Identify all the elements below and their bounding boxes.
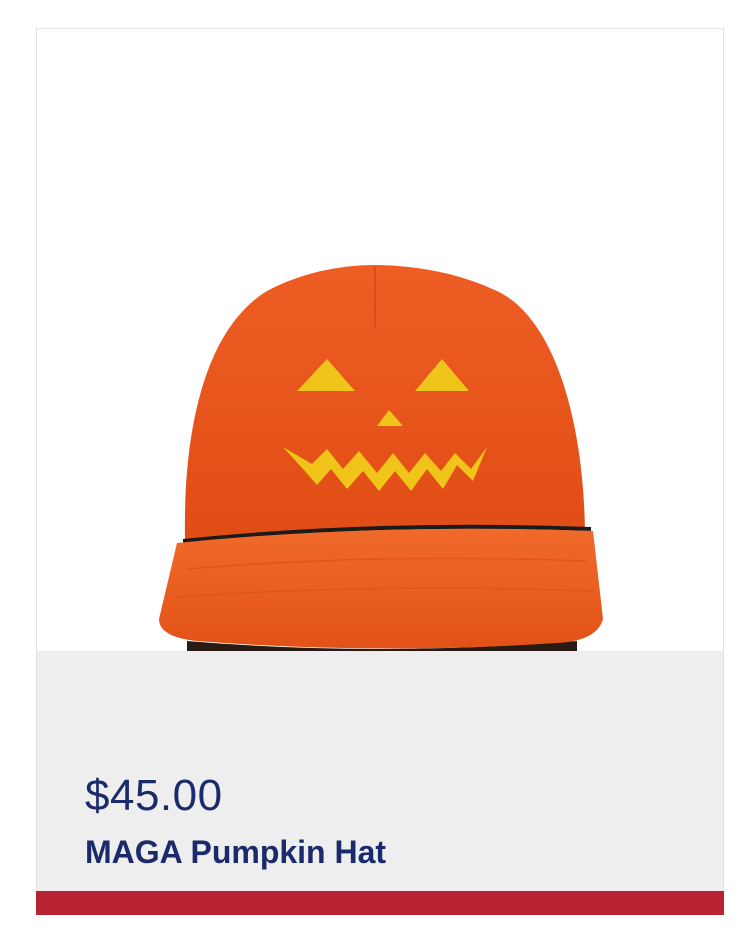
product-image[interactable] [37, 29, 723, 651]
product-info-panel: $45.00 MAGA Pumpkin Hat [37, 651, 723, 891]
product-price: $45.00 [85, 771, 223, 820]
hat-illustration [159, 265, 603, 651]
product-card[interactable]: $45.00 MAGA Pumpkin Hat [36, 28, 724, 915]
product-title[interactable]: MAGA Pumpkin Hat [85, 833, 386, 871]
hat-crown [184, 265, 585, 539]
accent-bar [36, 891, 724, 915]
